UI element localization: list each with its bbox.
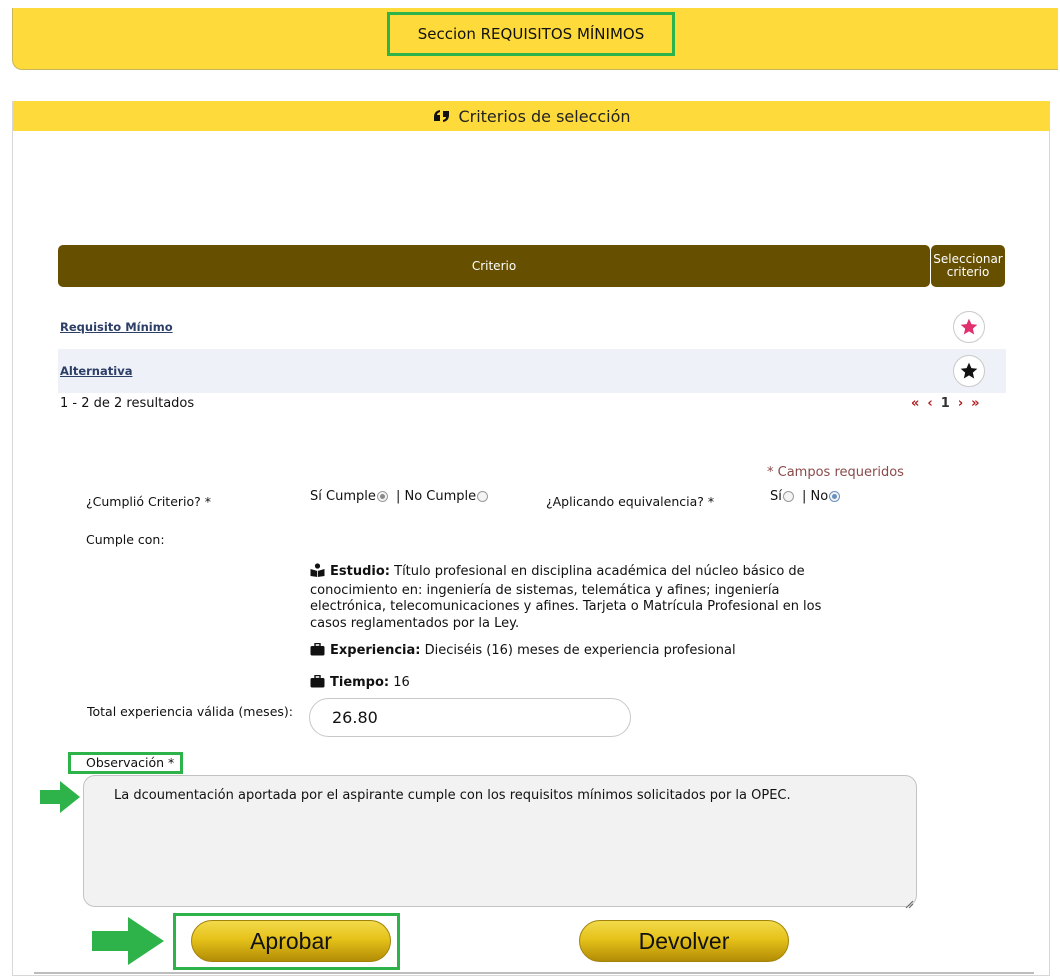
cumplio-criterio-label: ¿Cumplió Criterio? * bbox=[86, 494, 212, 509]
table-row: Alternativa bbox=[58, 349, 1006, 393]
estudio-title: Estudio: bbox=[330, 564, 390, 579]
separator: | bbox=[391, 489, 405, 504]
select-criterio-button[interactable] bbox=[953, 355, 985, 387]
devolver-button[interactable]: Devolver bbox=[579, 920, 789, 962]
total-experiencia-label: Total experiencia válida (meses): bbox=[87, 704, 293, 719]
section-title: Seccion REQUISITOS MÍNIMOS bbox=[387, 12, 675, 56]
star-icon bbox=[960, 362, 978, 379]
si-cumple-label: Sí Cumple bbox=[310, 489, 376, 504]
observacion-textarea[interactable]: La dcoumentación aportada por el aspiran… bbox=[83, 775, 917, 907]
observacion-label: Observación * bbox=[68, 752, 183, 774]
last-page-button[interactable]: » bbox=[971, 396, 979, 411]
experiencia-text: Dieciséis (16) meses de experiencia prof… bbox=[424, 643, 736, 658]
resize-grip-icon[interactable] bbox=[904, 894, 914, 913]
prev-page-button[interactable]: ‹ bbox=[927, 396, 932, 411]
briefcase-icon bbox=[310, 642, 325, 662]
requirement-experiencia: Experiencia: Dieciséis (16) meses de exp… bbox=[310, 642, 830, 662]
select-criterio-button[interactable] bbox=[953, 311, 985, 343]
column-header-criterio: Criterio bbox=[58, 245, 930, 287]
requirement-tiempo: Tiempo: 16 bbox=[310, 674, 830, 694]
separator: | bbox=[797, 489, 811, 504]
pagination: « ‹ 1 › » bbox=[911, 396, 988, 411]
requirement-estudio: Estudio: Título profesional en disciplin… bbox=[310, 563, 830, 632]
quote-icon bbox=[432, 109, 452, 123]
required-fields-note: * Campos requeridos bbox=[767, 465, 904, 480]
criteria-panel-title: Criterios de selección bbox=[458, 106, 631, 126]
arrow-right-icon bbox=[92, 917, 164, 969]
arrow-right-icon bbox=[40, 781, 80, 817]
column-header-seleccionar: Seleccionar criterio bbox=[931, 245, 1005, 287]
criterio-link-alternativa[interactable]: Alternativa bbox=[60, 364, 132, 378]
experiencia-title: Experiencia: bbox=[330, 643, 421, 658]
cumplio-radio-group: Sí Cumple | No Cumple bbox=[310, 489, 492, 504]
no-radio[interactable] bbox=[829, 491, 841, 502]
si-cumple-radio[interactable] bbox=[376, 491, 388, 502]
aplicando-equivalencia-label: ¿Aplicando equivalencia? * bbox=[546, 494, 715, 509]
aprobar-button[interactable]: Aprobar bbox=[191, 920, 391, 962]
no-cumple-label: No Cumple bbox=[404, 489, 477, 504]
criterio-link-requisito-minimo[interactable]: Requisito Mínimo bbox=[60, 320, 173, 334]
si-radio[interactable] bbox=[782, 491, 794, 502]
si-label: Sí bbox=[770, 489, 782, 504]
first-page-button[interactable]: « bbox=[911, 396, 919, 411]
no-label: No bbox=[810, 489, 829, 504]
star-icon bbox=[960, 318, 978, 335]
equivalencia-radio-group: Sí | No bbox=[770, 489, 844, 504]
cumple-con-label: Cumple con: bbox=[86, 532, 165, 547]
tiempo-value: 16 bbox=[393, 675, 410, 690]
briefcase-icon bbox=[310, 674, 325, 694]
total-experiencia-input[interactable] bbox=[309, 698, 631, 737]
tiempo-title: Tiempo: bbox=[330, 675, 390, 690]
results-count: 1 - 2 de 2 resultados bbox=[60, 396, 195, 411]
next-page-button[interactable]: › bbox=[958, 396, 963, 411]
book-reader-icon bbox=[310, 563, 325, 583]
no-cumple-radio[interactable] bbox=[477, 491, 489, 502]
current-page[interactable]: 1 bbox=[941, 396, 950, 411]
criteria-panel-header: Criterios de selección bbox=[13, 101, 1050, 131]
divider bbox=[34, 972, 1034, 974]
table-row: Requisito Mínimo bbox=[58, 305, 1006, 349]
